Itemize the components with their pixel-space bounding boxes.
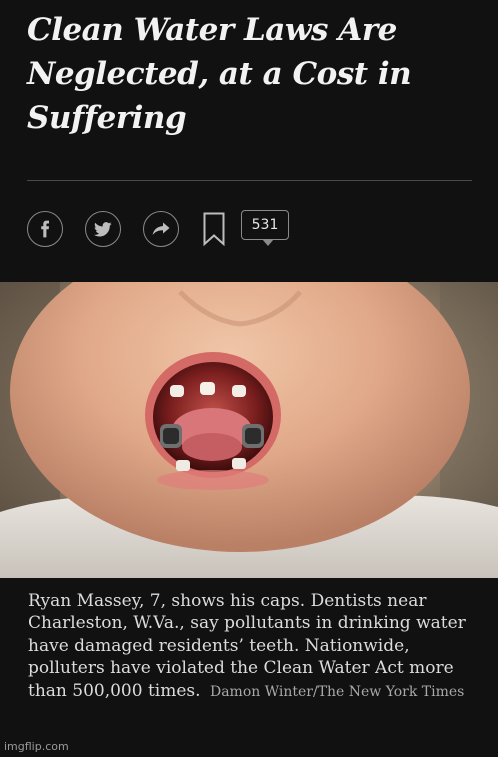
facebook-icon [41, 220, 49, 238]
save-bookmark-button[interactable] [201, 211, 227, 247]
headline-divider [27, 180, 472, 181]
article-photo [0, 282, 498, 578]
facebook-share-button[interactable] [27, 211, 63, 247]
comment-count-label: 531 [251, 217, 279, 233]
share-arrow-icon [152, 222, 170, 235]
photo-credit: Damon Winter/The New York Times [209, 683, 465, 700]
comments-button[interactable]: 531 [241, 210, 289, 246]
imgflip-watermark: imgflip.com [4, 740, 69, 753]
photo-caption: Ryan Massey, 7, shows his caps. Dentists… [28, 590, 473, 703]
share-arrow-button[interactable] [143, 211, 179, 247]
share-toolbar: 531 [27, 209, 289, 249]
speech-bubble-tail-icon [262, 239, 274, 246]
twitter-icon [94, 221, 112, 236]
bookmark-icon [203, 212, 225, 246]
twitter-share-button[interactable] [85, 211, 121, 247]
article-headline: Clean Water Laws Are Neglected, at a Cos… [27, 12, 412, 136]
